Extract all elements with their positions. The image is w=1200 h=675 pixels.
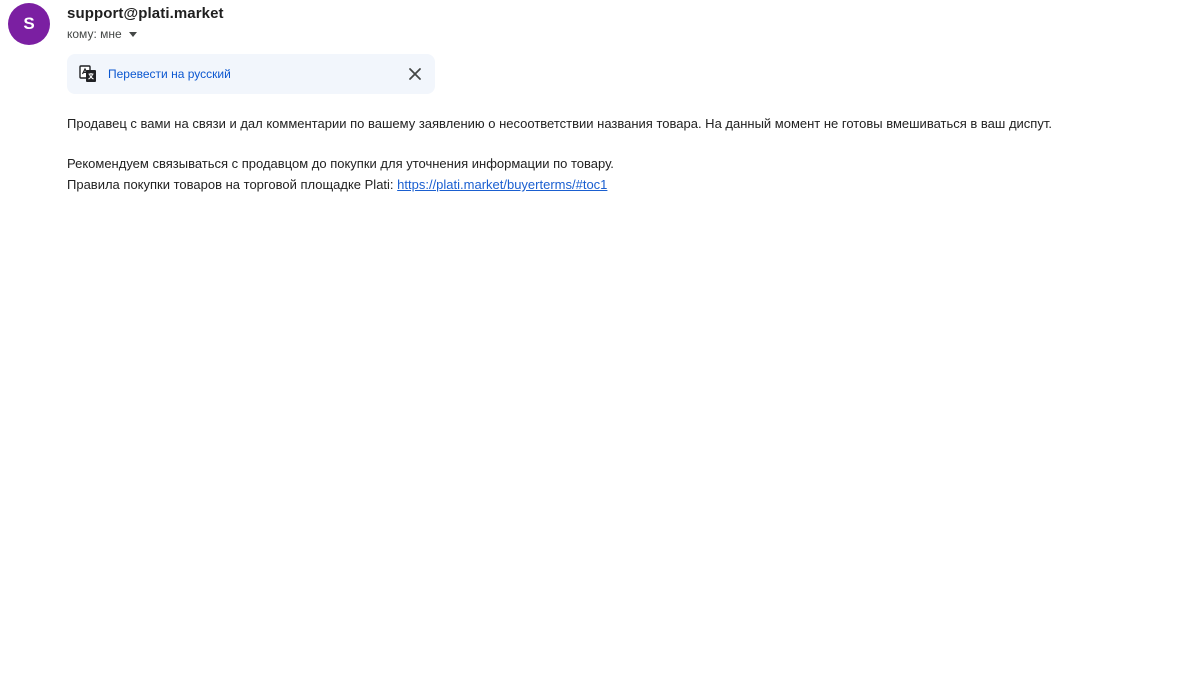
- recipient-details-toggle[interactable]: кому: мне: [67, 27, 137, 41]
- translate-link[interactable]: Перевести на русский: [108, 67, 231, 81]
- recipient-label: кому: мне: [67, 27, 122, 41]
- message-paragraph: Продавец с вами на связи и дал комментар…: [67, 116, 1052, 131]
- message-paragraph: Рекомендуем связываться с продавцом до п…: [67, 156, 614, 171]
- rules-prefix: Правила покупки товаров на торговой площ…: [67, 177, 398, 192]
- translate-banner: Перевести на русский: [67, 54, 435, 94]
- rules-link[interactable]: https://plati.market/buyerterms/#toc1: [397, 177, 607, 192]
- translate-icon: [79, 65, 96, 82]
- message-body: Продавец с вами на связи и дал комментар…: [67, 113, 1177, 195]
- close-icon[interactable]: [407, 66, 423, 82]
- caret-down-icon: [128, 31, 137, 37]
- avatar-letter: S: [23, 14, 35, 33]
- rules-line: Правила покупки товаров на торговой площ…: [67, 174, 1177, 195]
- sender-address[interactable]: support@plati.market: [67, 5, 224, 22]
- email-view: S support@plati.market кому: мне Перевес…: [0, 0, 1200, 675]
- sender-avatar[interactable]: S: [8, 3, 50, 45]
